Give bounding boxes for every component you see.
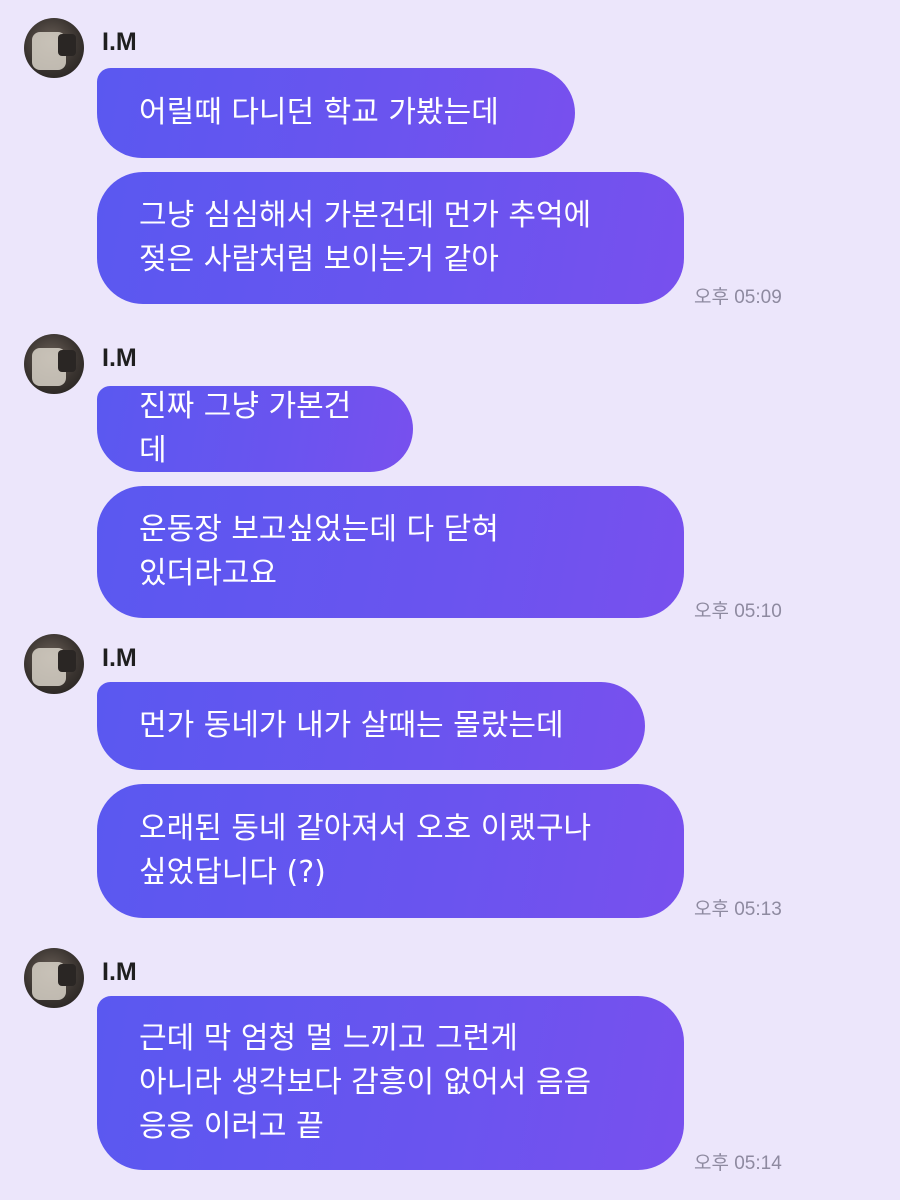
message-timestamp: 오후 05:13 — [694, 899, 782, 920]
message-bubble[interactable]: 그냥 심심해서 가본건데 먼가 추억에 젖은 사람처럼 보이는거 같아 — [97, 172, 684, 304]
message-bubble[interactable]: 오래된 동네 같아져서 오호 이랬구나 싶었답니다 (?) — [97, 784, 684, 918]
sender-name: I.M — [102, 958, 137, 986]
message-timestamp: 오후 05:10 — [694, 601, 782, 622]
message-bubble[interactable]: 근데 막 엄청 멀 느끼고 그런게 아니라 생각보다 감흥이 없어서 음음 응응… — [97, 996, 684, 1170]
avatar[interactable] — [24, 18, 84, 78]
message-bubble[interactable]: 운동장 보고싶었는데 다 닫혀 있더라고요 — [97, 486, 684, 618]
message-bubble[interactable]: 진짜 그냥 가본건데 — [97, 386, 413, 472]
avatar[interactable] — [24, 948, 84, 1008]
message-timestamp: 오후 05:14 — [694, 1153, 782, 1174]
sender-name: I.M — [102, 344, 137, 372]
avatar[interactable] — [24, 634, 84, 694]
sender-name: I.M — [102, 644, 137, 672]
message-bubble[interactable]: 어릴때 다니던 학교 가봤는데 — [97, 68, 575, 158]
message-bubble[interactable]: 먼가 동네가 내가 살때는 몰랐는데 — [97, 682, 645, 770]
avatar[interactable] — [24, 334, 84, 394]
sender-name: I.M — [102, 28, 137, 56]
message-timestamp: 오후 05:09 — [694, 287, 782, 308]
